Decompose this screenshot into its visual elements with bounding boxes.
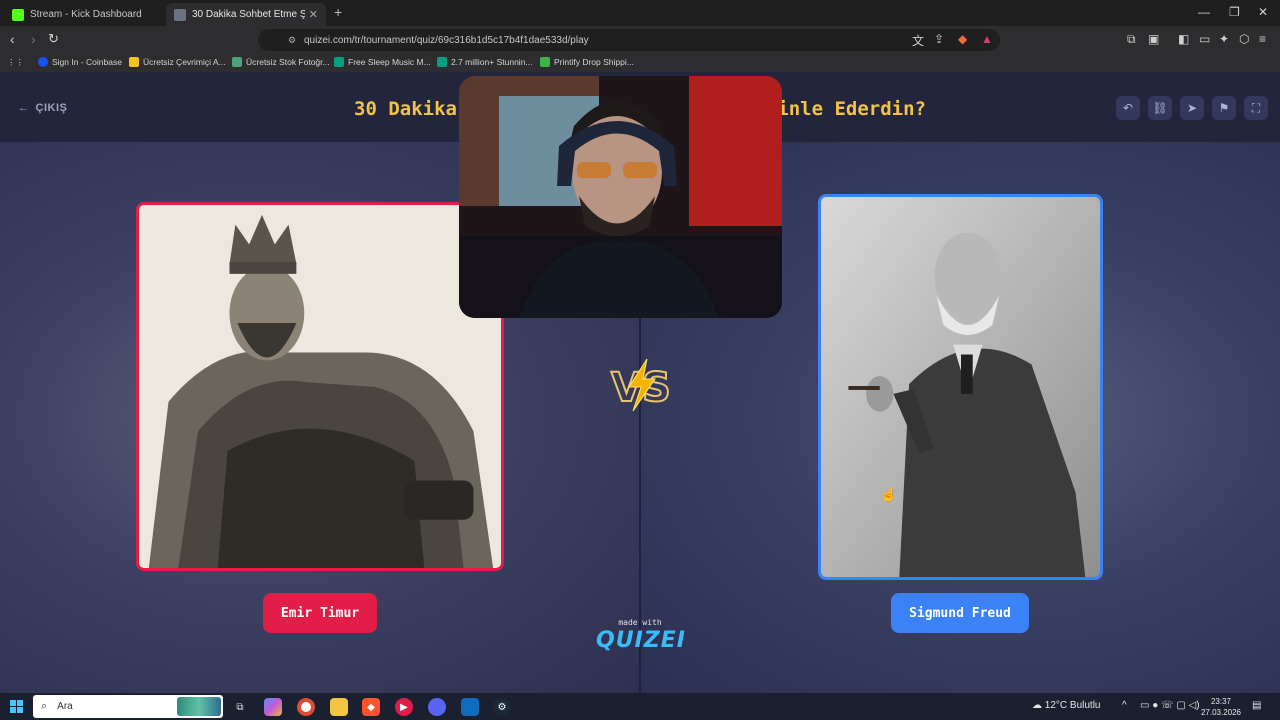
bookmarks-bar: ⋮⋮ Sign In - Coinbase Ücretsiz Çevrimiçi… [0, 54, 1280, 72]
bookmark-stunning[interactable]: 2.7 million+ Stunnin... [437, 57, 533, 67]
brave-browser-icon[interactable]: ◆ [362, 698, 380, 716]
send-icon[interactable]: ➤ [1180, 96, 1204, 120]
streamer-webcam-feed [459, 76, 782, 318]
reader-icon[interactable]: ▣ [1148, 32, 1159, 46]
link-icon[interactable]: ⛓ [1148, 96, 1172, 120]
browser-tab-strip: Stream - Kick Dashboard 30 Dakika Sohbet… [0, 0, 1280, 26]
minimize-icon[interactable]: — [1198, 5, 1210, 19]
hand-cursor-icon: ☝ [880, 486, 898, 502]
bookmark-favicon-icon [232, 57, 242, 67]
bookmark-label: Sign In - Coinbase [52, 57, 122, 67]
new-tab-button[interactable]: + [334, 4, 342, 20]
quizei-logo[interactable]: QUIZEI [596, 628, 685, 653]
forward-icon[interactable]: › [31, 31, 36, 47]
leo-ai-icon[interactable]: ✦ [1219, 32, 1229, 46]
file-explorer-icon[interactable] [330, 698, 348, 716]
choose-left-button[interactable]: Emir Timur [263, 593, 377, 633]
translate-icon[interactable]: 文 [912, 32, 924, 49]
search-highlight-image [177, 697, 221, 716]
choose-right-button[interactable]: Sigmund Freud [891, 593, 1029, 633]
menu-icon[interactable]: ≡ [1259, 32, 1266, 46]
search-icon: ⌕ [41, 700, 48, 712]
bookmark-favicon-icon [540, 57, 550, 67]
sidebar-icon[interactable]: ◧ [1178, 32, 1189, 46]
bookmark-label: Ücretsiz Çevrimiçi A... [143, 57, 226, 67]
vs-emblem: VS [605, 355, 675, 415]
task-view-icon[interactable]: ⧉ [231, 698, 249, 716]
clock-time: 23:37 [1210, 697, 1232, 706]
header-actions: ↶ ⛓ ➤ ⚑ ⛶ [1116, 96, 1268, 120]
quiz-page: ← ÇIKIŞ 30 Dakika Sohbet Etme Şansın Ols… [0, 72, 1280, 693]
brave-shield-icon[interactable]: ◆ [958, 32, 967, 46]
made-with-label: made with [618, 618, 662, 627]
close-tab-icon[interactable]: ✕ [309, 8, 318, 21]
webcam-overlay [459, 76, 782, 318]
media-player-icon[interactable]: ▶ [395, 698, 413, 716]
bookmark-printify[interactable]: Printify Drop Shippi... [540, 57, 634, 67]
sigmund-freud-portrait [821, 197, 1100, 577]
share-icon[interactable]: ⇪ [934, 32, 944, 46]
weather-widget[interactable]: ☁ 12°C Bulutlu [1032, 700, 1100, 711]
bookmark-coinbase[interactable]: Sign In - Coinbase [38, 57, 122, 67]
steam-icon[interactable]: ⚙ [493, 698, 511, 716]
bookmark-label: Printify Drop Shippi... [554, 57, 634, 67]
flag-icon[interactable]: ⚑ [1212, 96, 1236, 120]
discord-icon[interactable] [428, 698, 446, 716]
undo-icon[interactable]: ↶ [1116, 96, 1140, 120]
emir-timur-portrait [139, 205, 501, 568]
taskbar-search[interactable]: ⌕ Ara [33, 695, 223, 718]
search-placeholder: Ara [57, 701, 73, 712]
quizei-tab-icon [174, 8, 186, 21]
bookmark-favicon-icon [437, 57, 447, 67]
brave-rewards-icon[interactable]: ▲ [981, 32, 993, 46]
vpn-icon[interactable]: ⬡ [1239, 32, 1249, 46]
choice-card-left[interactable] [136, 202, 504, 571]
back-icon[interactable]: ‹ [10, 31, 15, 47]
site-info-icon[interactable]: ⚙ [288, 35, 296, 46]
url-text: quizei.com/tr/tournament/quiz/69c316b1d5… [304, 34, 589, 46]
tab-title: Stream - Kick Dashboard [30, 9, 142, 20]
system-clock[interactable]: 23:37 27.03.2026 [1200, 696, 1242, 718]
restore-icon[interactable]: ❐ [1229, 5, 1240, 19]
tab-quizei[interactable]: 30 Dakika Sohbet Etme Şansın Ol ✕ [166, 3, 326, 26]
bookmark-stok-fotograf[interactable]: Ücretsiz Stok Fotoğr... [232, 57, 330, 67]
weather-text: 12°C Bulutlu [1044, 700, 1101, 711]
bookmark-label: 2.7 million+ Stunnin... [451, 57, 533, 67]
extensions-icon[interactable]: ⧉ [1127, 32, 1136, 47]
tab-title: 30 Dakika Sohbet Etme Şansın Ol [192, 9, 305, 20]
windows-start-icon[interactable] [10, 700, 23, 713]
bookmark-cevrimici[interactable]: Ücretsiz Çevrimiçi A... [129, 57, 226, 67]
bookmark-label: Ücretsiz Stok Fotoğr... [246, 57, 330, 67]
apps-grid-icon[interactable]: ⋮⋮ [7, 57, 24, 68]
wallet-icon[interactable]: ▭ [1199, 32, 1210, 46]
bookmark-sleep-music[interactable]: Free Sleep Music M... [334, 57, 431, 67]
browser-toolbar: ‹ › ↻ ☐ ⚙ quizei.com/tr/tournament/quiz/… [0, 26, 1280, 54]
address-bar[interactable]: ⚙ quizei.com/tr/tournament/quiz/69c316b1… [258, 29, 1000, 51]
reload-icon[interactable]: ↻ [48, 31, 59, 47]
tray-chevron-icon[interactable]: ^ [1122, 700, 1127, 711]
clock-date: 27.03.2026 [1200, 708, 1242, 717]
notifications-icon[interactable]: ▤ [1252, 700, 1261, 711]
choice-card-right[interactable] [818, 194, 1103, 580]
cloud-icon: ☁ [1032, 700, 1042, 711]
obs-icon[interactable] [461, 698, 479, 716]
kick-icon [12, 8, 24, 21]
tray-icons[interactable]: ▭ ● ☏ ▢ ◁) [1140, 700, 1200, 711]
bookmark-favicon-icon [129, 57, 139, 67]
fullscreen-icon[interactable]: ⛶ [1244, 96, 1268, 120]
tab-kick-dashboard[interactable]: Stream - Kick Dashboard [4, 3, 162, 26]
lightning-vs-icon: VS [610, 358, 672, 412]
close-window-icon[interactable]: ✕ [1258, 5, 1268, 19]
coinbase-icon [38, 57, 48, 67]
windows-taskbar: ⌕ Ara ⧉ ◆ ▶ ⚙ ☁ 12°C Bulutlu ^ ▭ ● ☏ ▢ ◁… [0, 693, 1280, 720]
bookmark-favicon-icon [334, 57, 344, 67]
bookmark-label: Free Sleep Music M... [348, 57, 431, 67]
copilot-icon[interactable] [264, 698, 282, 716]
chrome-icon[interactable] [297, 698, 315, 716]
